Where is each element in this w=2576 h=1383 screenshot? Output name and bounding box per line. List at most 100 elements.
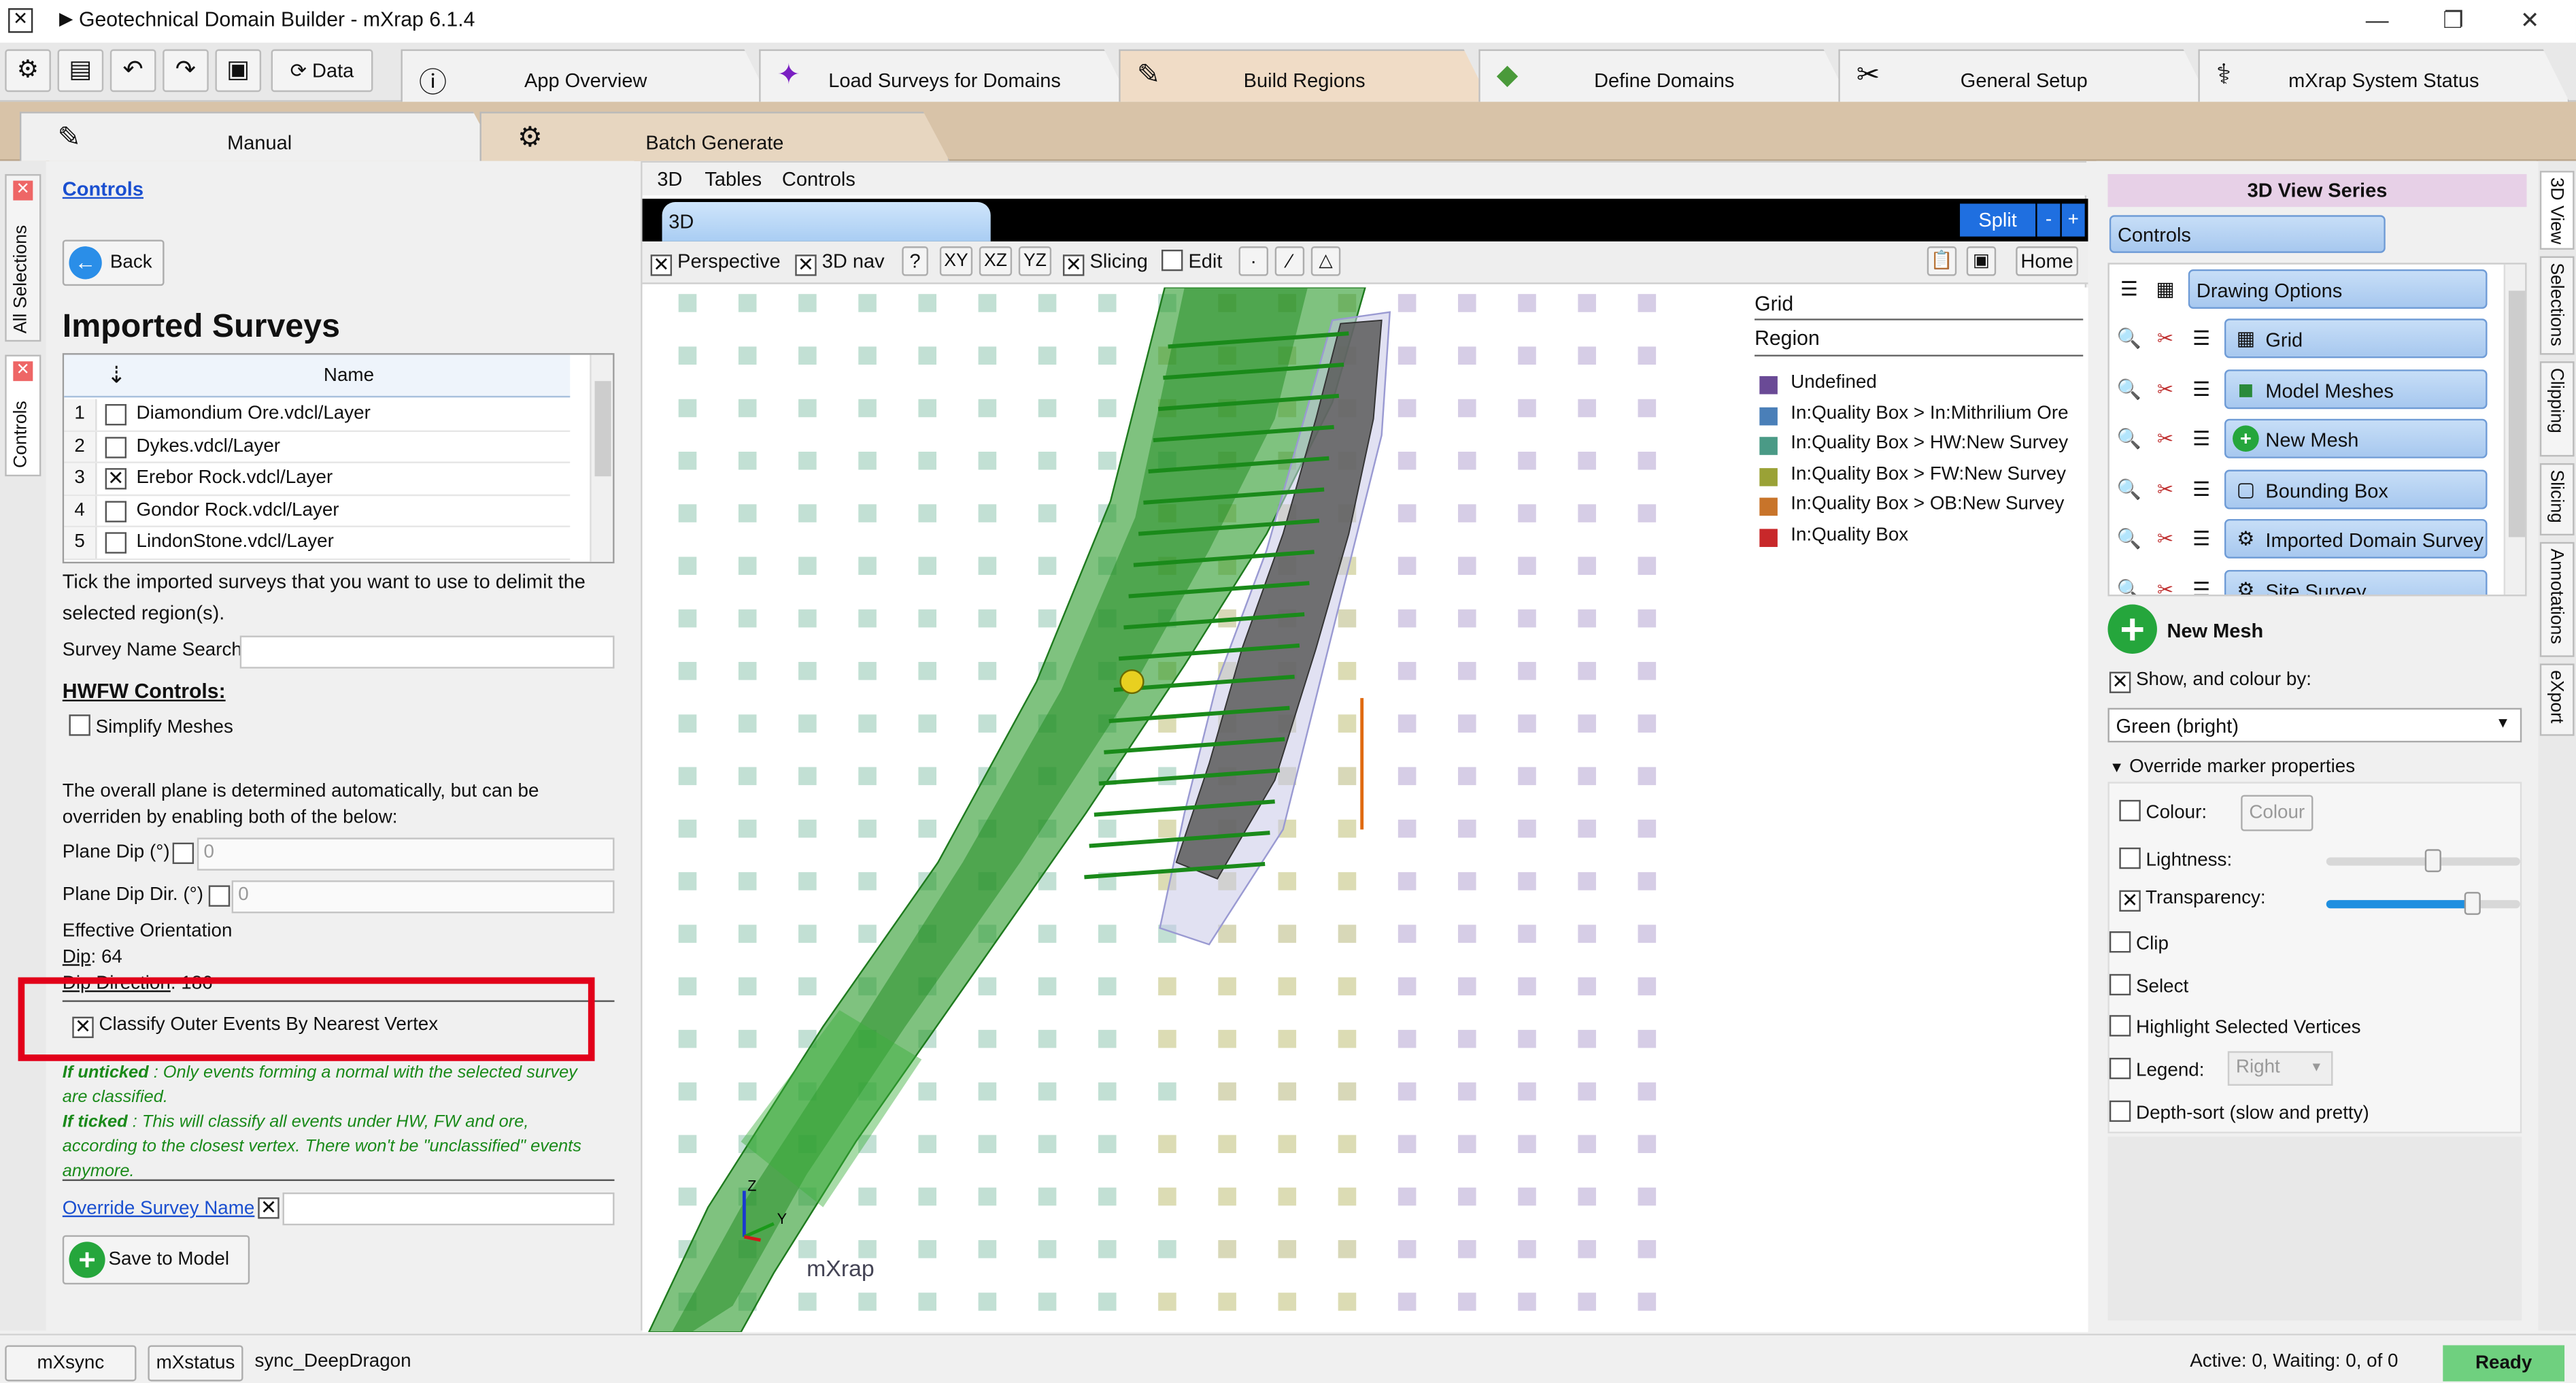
override-marker-toggle[interactable]: ▼ Override marker properties (2109, 757, 2355, 777)
layer-item[interactable]: ⚙ Imported Domain Survey (2224, 519, 2488, 559)
zoom-icon[interactable]: 🔍 (2113, 322, 2146, 354)
edit-checkbox[interactable] (1161, 250, 1183, 271)
transparency-checkbox[interactable]: ✕ (2119, 890, 2141, 912)
sort-icon[interactable]: ⇣ (107, 361, 126, 389)
table-row[interactable]: 5 LindonStone.vdcl/Layer (64, 527, 571, 560)
name-column-header[interactable]: Name (324, 366, 374, 386)
grid-table-icon[interactable]: ▦ (2149, 273, 2182, 305)
layer-item[interactable]: ▢ Bounding Box (2224, 469, 2488, 510)
clip-option[interactable]: Clip (2109, 931, 2169, 954)
scrollbar-thumb[interactable] (594, 381, 611, 477)
depth-sort-option[interactable]: Depth-sort (slow and pretty) (2109, 1100, 2369, 1124)
close-icon[interactable]: ✕ (13, 180, 33, 201)
series-controls-button[interactable]: Controls (2109, 215, 2386, 253)
lightness-checkbox[interactable] (2119, 847, 2141, 869)
scissors-icon[interactable]: ✂ (2149, 422, 2182, 455)
3d-nav-option[interactable]: ✕ 3D nav (795, 250, 885, 276)
vtab-right[interactable]: eXport (2539, 663, 2575, 736)
slider-thumb[interactable] (2424, 849, 2441, 873)
list-icon[interactable]: ☰ (2185, 523, 2218, 556)
zoom-icon[interactable]: 🔍 (2113, 422, 2146, 455)
vtab-right[interactable]: Selections (2539, 256, 2575, 355)
lightness-option[interactable]: Lightness: (2119, 847, 2232, 871)
colour-checkbox[interactable] (2119, 799, 2141, 822)
zoom-icon[interactable]: 🔍 (2113, 523, 2146, 556)
plane-dip-checkbox[interactable] (172, 842, 194, 865)
back-button[interactable]: ← Back (62, 239, 165, 286)
highlight-vertices-checkbox[interactable] (2109, 1015, 2131, 1037)
tab-define-domains[interactable]: ◆ Define Domains (1478, 49, 1850, 101)
scissors-icon[interactable]: ✂ (2149, 573, 2182, 595)
slicing-option[interactable]: ✕ Slicing (1063, 250, 1148, 276)
plane-dipdir-checkbox[interactable] (208, 885, 231, 907)
show-colour-option[interactable]: ✕ Show, and colour by: (2109, 670, 2311, 693)
split-button[interactable]: Split (1960, 203, 2036, 237)
plane-dipdir-input[interactable]: 0 (231, 880, 615, 914)
tab-batch-generate[interactable]: ⚙ Batch Generate (479, 112, 949, 161)
transparency-option[interactable]: ✕ Transparency: (2119, 888, 2266, 912)
table-row[interactable]: 1 Diamondium Ore.vdcl/Layer (64, 399, 571, 431)
survey-search-input[interactable] (239, 635, 615, 669)
list-icon[interactable]: ☰ (2185, 573, 2218, 595)
highlight-vertices-option[interactable]: Highlight Selected Vertices (2109, 1015, 2361, 1038)
menu-3d[interactable]: 3D (657, 167, 682, 190)
depth-sort-checkbox[interactable] (2109, 1100, 2131, 1122)
menu-tables[interactable]: Tables (705, 167, 762, 190)
minus-icon[interactable]: - (2037, 203, 2061, 237)
settings-gear-icon[interactable]: ⚙ (5, 49, 51, 93)
3d-canvas[interactable]: Z Y mXrap Grid Region Undefined In:Qualit… (642, 287, 2088, 1333)
transparency-slider[interactable] (2326, 892, 2520, 915)
edit-option[interactable]: Edit (1161, 250, 1222, 273)
clip-checkbox[interactable] (2109, 931, 2131, 953)
close-icon[interactable]: ✕ (13, 361, 33, 382)
list-icon[interactable]: ☰ (2185, 473, 2218, 505)
zoom-icon[interactable]: 🔍 (2113, 473, 2146, 505)
select-checkbox[interactable] (2109, 973, 2131, 996)
legend-option[interactable]: Legend: (2109, 1057, 2204, 1081)
scissors-icon[interactable]: ✂ (2149, 523, 2182, 556)
polygon-tool-icon[interactable]: △ (1310, 246, 1341, 276)
tab-manual[interactable]: ✎ Manual (20, 112, 499, 161)
table-row[interactable]: 3 ✕ Erebor Rock.vdcl/Layer (64, 463, 571, 495)
colour-button[interactable]: Colour (2241, 795, 2314, 831)
slicing-checkbox[interactable]: ✕ (1063, 254, 1085, 276)
survey-checkbox[interactable] (105, 532, 127, 554)
layer-item[interactable]: + New Mesh (2224, 419, 2488, 459)
vtab-right[interactable]: Annotations (2539, 541, 2575, 657)
view-xy-button[interactable]: XY (939, 246, 973, 276)
home-button[interactable]: Home (2016, 246, 2078, 276)
view-xz-button[interactable]: XZ (979, 246, 1013, 276)
maximize-icon[interactable]: ❐ (2443, 7, 2463, 35)
tab-app-overview[interactable]: ⓘ App Overview (401, 49, 770, 101)
layout-icon[interactable]: ▤ (57, 49, 104, 93)
plus-icon[interactable]: + (2061, 203, 2085, 237)
override-name-checkbox[interactable]: ✕ (258, 1197, 279, 1219)
mxstatus-button[interactable]: mXstatus (148, 1345, 243, 1382)
zoom-icon[interactable]: 🔍 (2113, 372, 2146, 405)
survey-checkbox[interactable]: ✕ (105, 468, 127, 490)
vtab-controls[interactable]: ✕ Controls (5, 354, 41, 477)
override-survey-name-link[interactable]: Override Survey Name (63, 1199, 255, 1219)
scissors-icon[interactable]: ✂ (2149, 322, 2182, 354)
undo-icon[interactable]: ↶ (109, 49, 156, 93)
scissors-icon[interactable]: ✂ (2149, 473, 2182, 505)
survey-checkbox[interactable] (105, 436, 127, 458)
perspective-option[interactable]: ✕ Perspective (650, 250, 781, 276)
slider-thumb[interactable] (2463, 892, 2480, 915)
controls-link[interactable]: Controls (63, 178, 143, 201)
zoom-icon[interactable]: 🔍 (2113, 573, 2146, 595)
tab-load-surveys[interactable]: ✦ Load Surveys for Domains (759, 49, 1130, 101)
redo-icon[interactable]: ↷ (163, 49, 209, 93)
save-to-model-button[interactable]: + Save to Model (62, 1235, 250, 1285)
viewport-tab-3d[interactable]: 3D (662, 201, 991, 241)
layer-item[interactable]: ▦ Grid (2224, 318, 2488, 359)
table-scrollbar[interactable] (590, 354, 613, 562)
simplify-meshes-option[interactable]: Simplify Meshes (69, 714, 233, 737)
perspective-checkbox[interactable]: ✕ (650, 254, 673, 276)
list-icon[interactable]: ☰ (2113, 273, 2146, 305)
layer-item[interactable]: ◼ Model Meshes (2224, 369, 2488, 409)
scissors-icon[interactable]: ✂ (2149, 372, 2182, 405)
scrollbar-thumb[interactable] (2508, 290, 2526, 537)
tab-build-regions[interactable]: ✎ Build Regions (1119, 49, 1490, 101)
point-tool-icon[interactable]: · (1238, 246, 1268, 276)
